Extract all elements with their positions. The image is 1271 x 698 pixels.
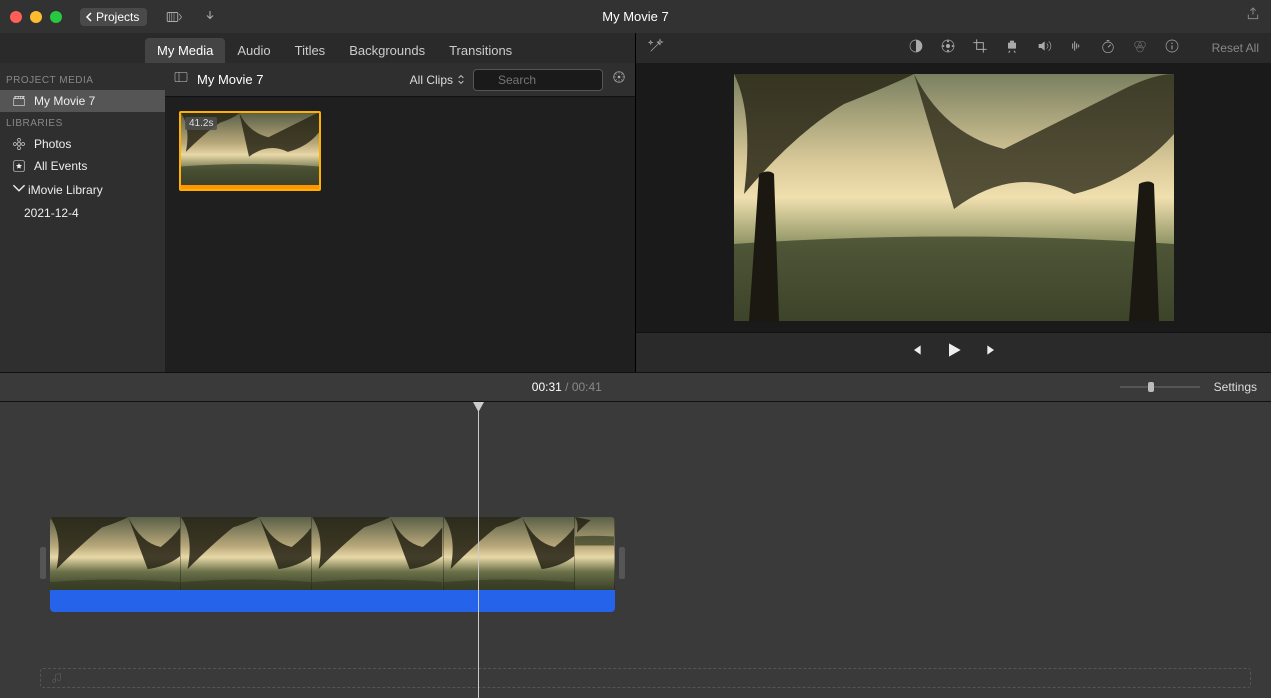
viewer-stage[interactable] — [636, 63, 1271, 332]
play-button[interactable] — [944, 340, 964, 365]
total-time: 00:41 — [572, 380, 602, 394]
clapperboard-icon — [12, 94, 26, 108]
current-time: 00:31 — [532, 380, 562, 394]
clip-duration-badge: 41.2s — [185, 117, 217, 130]
close-window-button[interactable] — [10, 11, 22, 23]
stabilize-button[interactable] — [1004, 38, 1020, 59]
libraries-header: LIBRARIES — [0, 112, 165, 133]
clip-trim-handle-right[interactable] — [619, 547, 625, 579]
music-note-icon — [51, 672, 63, 684]
media-import-button[interactable] — [165, 8, 183, 26]
tab-transitions[interactable]: Transitions — [437, 38, 524, 63]
media-toolbar: My Movie 7 All Clips — [165, 63, 635, 97]
info-button[interactable] — [1164, 38, 1180, 59]
media-browser: My Media Audio Titles Backgrounds Transi… — [0, 33, 636, 372]
prev-button[interactable] — [908, 342, 924, 363]
tab-my-media[interactable]: My Media — [145, 38, 225, 63]
sidebar-all-events[interactable]: All Events — [0, 155, 165, 177]
volume-button[interactable] — [1036, 38, 1052, 59]
flower-icon — [12, 137, 26, 151]
timeline-clip-audio[interactable] — [50, 590, 615, 612]
viewer-toolbar: Reset All — [636, 33, 1271, 63]
browser-sidebar: PROJECT MEDIA My Movie 7 LIBRARIES Photo… — [0, 63, 165, 372]
clip-filter-label: All Clips — [410, 73, 453, 87]
tab-backgrounds[interactable]: Backgrounds — [337, 38, 437, 63]
minimize-window-button[interactable] — [30, 11, 42, 23]
sidebar-project-item[interactable]: My Movie 7 — [0, 90, 165, 112]
tab-titles[interactable]: Titles — [283, 38, 338, 63]
clips-grid[interactable]: 41.2s — [165, 97, 635, 372]
timeline-header: 00:31 / 00:41 Settings — [0, 372, 1271, 402]
playhead-time: 00:31 / 00:41 — [532, 380, 602, 394]
media-crumb: My Movie 7 — [197, 72, 263, 87]
color-correction-button[interactable] — [940, 38, 956, 59]
music-well[interactable] — [40, 668, 1251, 688]
next-button[interactable] — [984, 342, 1000, 363]
sidebar-all-events-label: All Events — [34, 159, 87, 173]
timeline[interactable] — [0, 402, 1271, 698]
sidebar-library-label: iMovie Library — [28, 183, 103, 197]
clip-audio-strip — [181, 185, 319, 189]
project-media-header: PROJECT MEDIA — [0, 69, 165, 90]
sort-arrows-icon — [457, 74, 465, 85]
color-balance-button[interactable] — [908, 38, 924, 59]
reset-all-button[interactable]: Reset All — [1212, 41, 1259, 55]
viewer-panel: Reset All — [636, 33, 1271, 372]
share-button[interactable] — [1245, 6, 1261, 27]
filter-button[interactable] — [1132, 38, 1148, 59]
sidebar-photos[interactable]: Photos — [0, 133, 165, 155]
sidebar-library[interactable]: iMovie Library — [0, 177, 165, 202]
clip-options-button[interactable] — [611, 69, 627, 90]
tab-audio[interactable]: Audio — [225, 38, 282, 63]
playhead[interactable] — [478, 402, 479, 698]
chevron-down-icon[interactable] — [12, 181, 20, 198]
crop-button[interactable] — [972, 38, 988, 59]
preview-frame-image — [734, 74, 1174, 321]
timeline-settings-button[interactable]: Settings — [1214, 380, 1257, 394]
enhance-button[interactable] — [648, 38, 664, 59]
star-box-icon — [12, 159, 26, 173]
noise-reduction-button[interactable] — [1068, 38, 1084, 59]
chevron-left-icon — [84, 12, 94, 22]
timeline-clip-video[interactable] — [50, 517, 615, 590]
browser-tabs: My Media Audio Titles Backgrounds Transi… — [0, 33, 635, 63]
clip-trim-handle-left[interactable] — [40, 547, 46, 579]
window-title: My Movie 7 — [602, 9, 668, 24]
projects-label: Projects — [96, 10, 139, 24]
transport-bar — [636, 332, 1271, 372]
timeline-clip[interactable] — [50, 517, 615, 612]
sidebar-event-label: 2021-12-4 — [24, 206, 79, 220]
search-input[interactable] — [473, 69, 603, 91]
sidebar-photos-label: Photos — [34, 137, 71, 151]
window-titlebar: Projects My Movie 7 — [0, 0, 1271, 33]
speed-button[interactable] — [1100, 38, 1116, 59]
download-import-button[interactable] — [201, 8, 219, 26]
sidebar-project-label: My Movie 7 — [34, 94, 95, 108]
clip-filter-dropdown[interactable]: All Clips — [410, 73, 465, 87]
projects-back-button[interactable]: Projects — [80, 8, 147, 26]
sidebar-toggle-button[interactable] — [173, 69, 189, 90]
zoom-knob[interactable] — [1148, 382, 1154, 392]
fullscreen-window-button[interactable] — [50, 11, 62, 23]
sidebar-event[interactable]: 2021-12-4 — [0, 202, 165, 224]
media-clip[interactable]: 41.2s — [179, 111, 321, 191]
zoom-slider[interactable] — [1120, 386, 1200, 388]
video-preview — [734, 74, 1174, 321]
traffic-lights — [10, 11, 62, 23]
